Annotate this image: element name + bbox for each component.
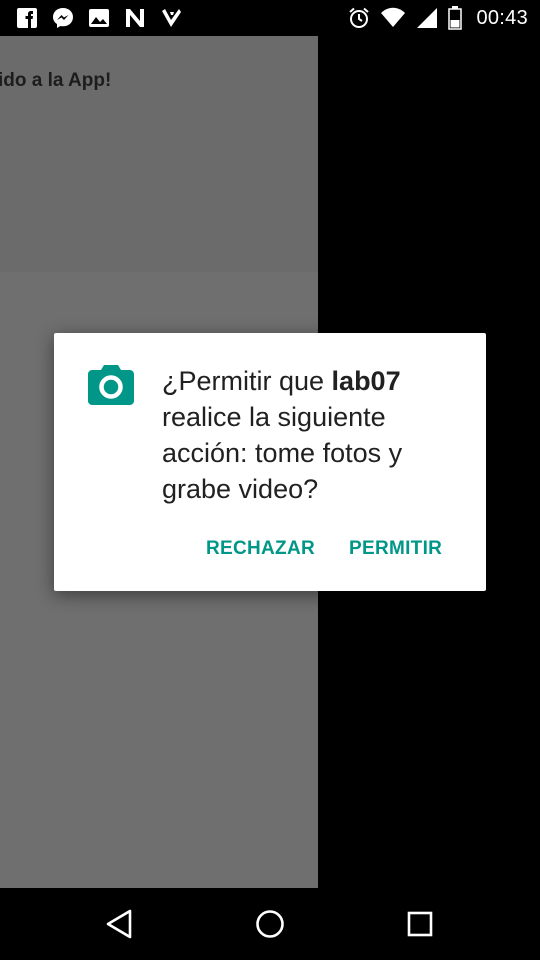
signal-icon xyxy=(417,8,438,28)
notification-icons xyxy=(16,7,182,29)
battery-icon xyxy=(448,6,463,30)
alarm-icon xyxy=(349,7,370,28)
back-icon[interactable] xyxy=(104,908,136,940)
n-app-icon xyxy=(126,9,144,27)
camera-icon xyxy=(88,365,134,405)
system-icons: 00:43 xyxy=(348,6,528,30)
permission-dialog: ¿Permitir que lab07 realice la siguiente… xyxy=(54,333,486,591)
allow-button[interactable]: PERMITIR xyxy=(349,538,442,560)
navigation-bar xyxy=(0,888,540,960)
permission-message: ¿Permitir que lab07 realice la siguiente… xyxy=(162,363,462,507)
message-prefix: ¿Permitir que xyxy=(162,366,332,396)
app-name: lab07 xyxy=(331,366,401,396)
messenger-icon xyxy=(53,8,73,28)
message-suffix: realice la siguiente acción: tome fotos … xyxy=(162,402,403,504)
wifi-icon xyxy=(381,7,406,27)
gallery-icon xyxy=(89,9,109,27)
app-header-area: ido a la App! xyxy=(0,36,318,272)
welcome-text: ido a la App! xyxy=(0,70,112,91)
deny-button[interactable]: RECHAZAR xyxy=(206,538,315,560)
recents-icon[interactable] xyxy=(404,908,436,940)
facebook-icon xyxy=(17,8,37,28)
status-bar: 00:43 xyxy=(0,0,540,36)
status-time: 00:43 xyxy=(476,6,528,29)
home-icon[interactable] xyxy=(254,908,286,940)
checkmark-app-icon xyxy=(162,9,181,27)
